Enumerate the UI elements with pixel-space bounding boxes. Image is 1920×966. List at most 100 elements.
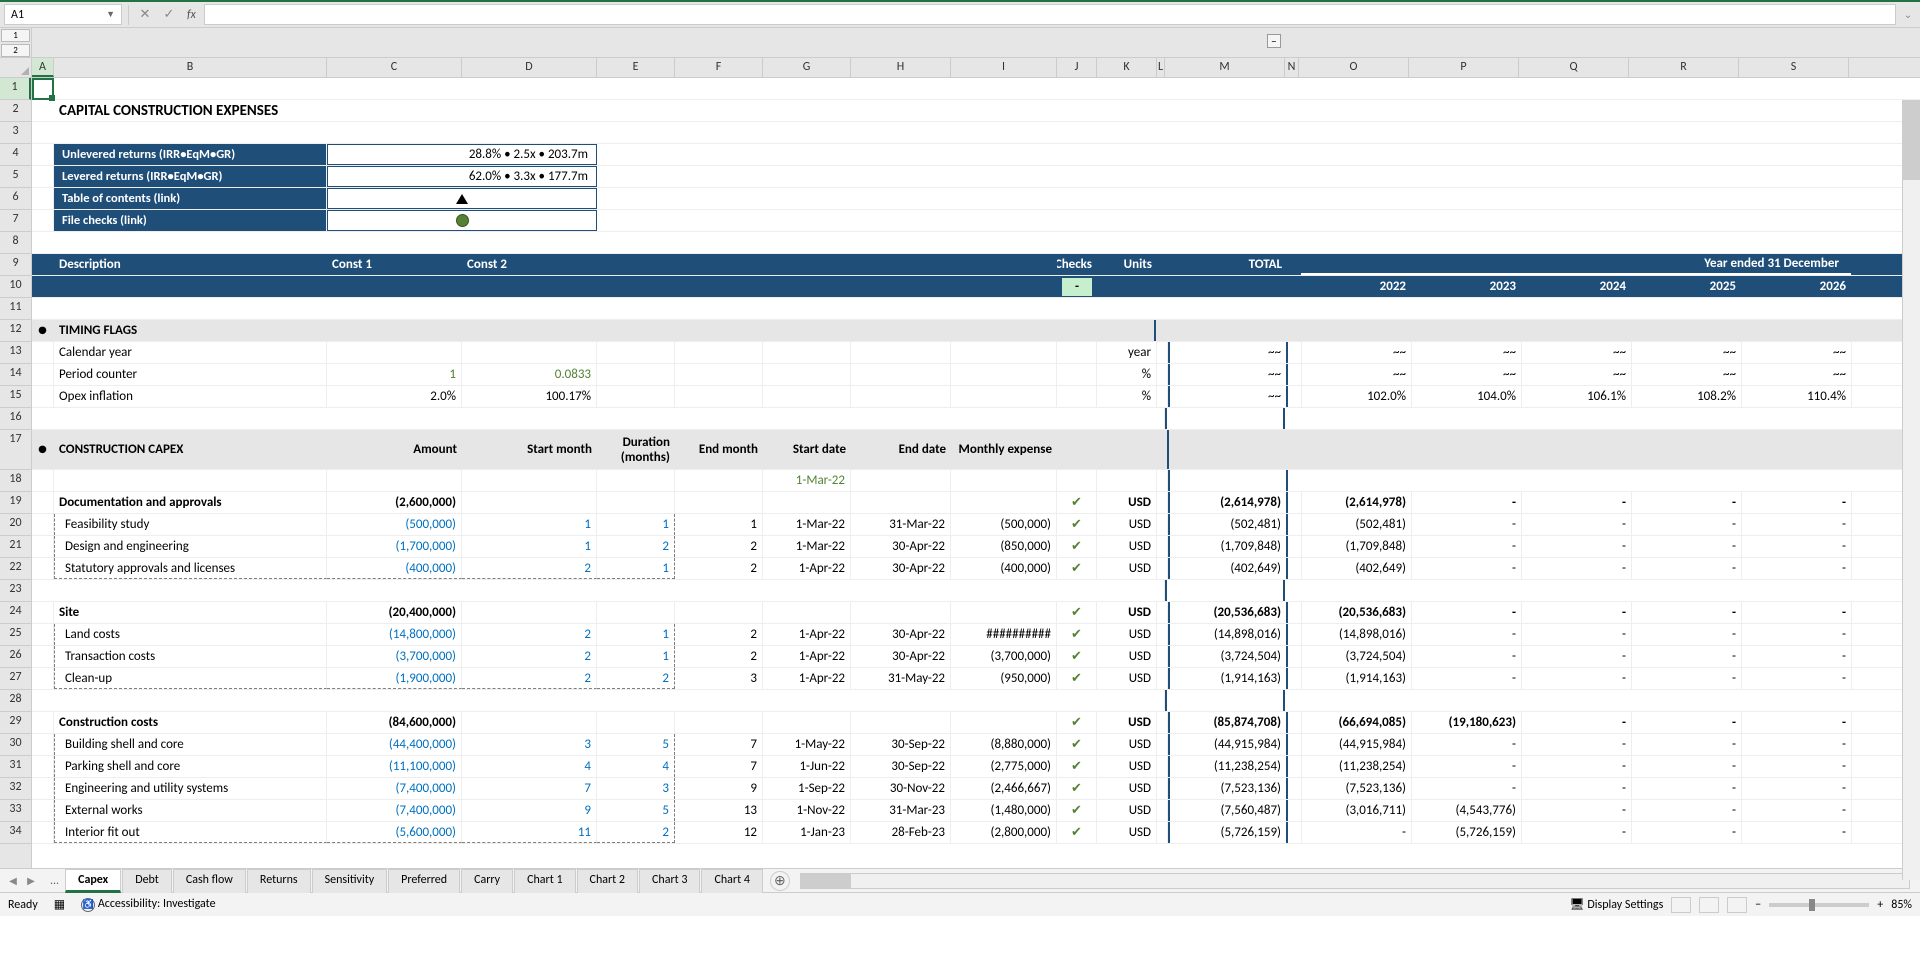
row-header[interactable]: 20 xyxy=(0,514,31,536)
row-header[interactable]: 21 xyxy=(0,536,31,558)
normal-view-button[interactable] xyxy=(1671,897,1691,913)
row-header[interactable]: 4 xyxy=(0,144,31,166)
group-header-row[interactable]: Site (20,400,000) ✔ USD (20,536,683) (20… xyxy=(32,602,1920,624)
page-layout-view-button[interactable] xyxy=(1699,897,1719,913)
row-header[interactable]: 17 xyxy=(0,430,31,470)
line-item-row[interactable]: Statutory approvals and licenses (400,00… xyxy=(32,558,1920,580)
column-header-k[interactable]: K xyxy=(1097,58,1157,77)
tab-nav-prev-icon[interactable]: ◀ xyxy=(6,874,20,888)
page-break-view-button[interactable] xyxy=(1727,897,1747,913)
toc-link-icon[interactable] xyxy=(327,188,597,209)
select-all-button[interactable] xyxy=(0,58,32,77)
column-header-a[interactable]: A xyxy=(32,58,54,77)
toc-link-label[interactable]: Table of contents (link) xyxy=(54,188,327,209)
row-header[interactable]: 19 xyxy=(0,492,31,514)
column-header-i[interactable]: I xyxy=(951,58,1057,77)
sheet-tab-capex[interactable]: Capex xyxy=(65,869,121,893)
sheet-tab-chart-4[interactable]: Chart 4 xyxy=(701,869,762,893)
file-checks-link-icon[interactable] xyxy=(327,210,597,231)
row-header[interactable]: 14 xyxy=(0,364,31,386)
add-sheet-button[interactable]: ⊕ xyxy=(770,871,790,891)
column-header-c[interactable]: C xyxy=(327,58,462,77)
column-header-e[interactable]: E xyxy=(597,58,675,77)
name-box[interactable]: A1 ▼ xyxy=(4,4,122,25)
column-header-p[interactable]: P xyxy=(1409,58,1519,77)
accessibility-status[interactable]: Accessibility: Investigate xyxy=(98,897,216,911)
row-header[interactable]: 33 xyxy=(0,800,31,822)
row-header[interactable]: 6 xyxy=(0,188,31,210)
row-header[interactable]: 25 xyxy=(0,624,31,646)
row-header[interactable]: 22 xyxy=(0,558,31,580)
column-header-o[interactable]: O xyxy=(1299,58,1409,77)
horizontal-scrollbar[interactable] xyxy=(800,873,1910,889)
cell-area[interactable]: CAPITAL CONSTRUCTION EXPENSES Unlevered … xyxy=(32,78,1920,868)
table-row[interactable]: Period counter 1 0.0833 % ~~ ~~ ~~ ~~ ~~… xyxy=(32,364,1920,386)
zoom-in-button[interactable]: + xyxy=(1877,898,1883,912)
row-header[interactable]: 8 xyxy=(0,232,31,254)
group-header-row[interactable]: Construction costs (84,600,000) ✔ USD (8… xyxy=(32,712,1920,734)
sheet-tab-sensitivity[interactable]: Sensitivity xyxy=(312,869,388,893)
row-header[interactable]: 9 xyxy=(0,254,31,276)
row-header[interactable]: 15 xyxy=(0,386,31,408)
column-header-s[interactable]: S xyxy=(1739,58,1849,77)
zoom-percent[interactable]: 85% xyxy=(1891,898,1912,912)
column-header-r[interactable]: R xyxy=(1629,58,1739,77)
row-header[interactable]: 27 xyxy=(0,668,31,690)
row-header-1[interactable]: 1 xyxy=(0,78,31,100)
column-header-q[interactable]: Q xyxy=(1519,58,1629,77)
row-header[interactable]: 24 xyxy=(0,602,31,624)
line-item-row[interactable]: Design and engineering (1,700,000) 1 2 2… xyxy=(32,536,1920,558)
sheet-tab-debt[interactable]: Debt xyxy=(122,869,172,893)
row-header[interactable]: 7 xyxy=(0,210,31,232)
tab-ellipsis[interactable]: ... xyxy=(44,874,65,888)
table-row[interactable]: Calendar year year ~~ ~~ ~~ ~~ ~~ ~~ xyxy=(32,342,1920,364)
outline-level-1-button[interactable]: 1 xyxy=(1,29,30,42)
row-header[interactable]: 2 xyxy=(0,100,31,122)
column-header-m[interactable]: M xyxy=(1165,58,1285,77)
row-header[interactable]: 16 xyxy=(0,408,31,430)
row-header[interactable]: 28 xyxy=(0,690,31,712)
name-box-dropdown-icon[interactable]: ▼ xyxy=(106,9,115,20)
sheet-tab-carry[interactable]: Carry xyxy=(461,869,513,893)
row-header[interactable]: 13 xyxy=(0,342,31,364)
expand-formula-bar-icon[interactable]: ⌄ xyxy=(1900,8,1916,21)
row-header[interactable]: 30 xyxy=(0,734,31,756)
row-header[interactable]: 10 xyxy=(0,276,31,298)
accessibility-icon[interactable]: ♿ xyxy=(81,898,95,912)
row-header[interactable]: 31 xyxy=(0,756,31,778)
row-header[interactable]: 11 xyxy=(0,298,31,320)
line-item-row[interactable]: Clean-up (1,900,000) 2 2 3 1-Apr-22 31-M… xyxy=(32,668,1920,690)
line-item-row[interactable]: Building shell and core (44,400,000) 3 5… xyxy=(32,734,1920,756)
file-checks-link-label[interactable]: File checks (link) xyxy=(54,210,327,231)
row-header[interactable]: 12 xyxy=(0,320,31,342)
row-header[interactable]: 18 xyxy=(0,470,31,492)
row-header[interactable]: 32 xyxy=(0,778,31,800)
spreadsheet-grid[interactable]: 1 2 3 4 5 6 7 8 9 10 11 12 13 14 15 16 1… xyxy=(0,78,1920,868)
row-header[interactable]: 23 xyxy=(0,580,31,602)
row-header[interactable]: 29 xyxy=(0,712,31,734)
line-item-row[interactable]: Interior fit out (5,600,000) 11 2 12 1-J… xyxy=(32,822,1920,844)
sheet-tab-cash-flow[interactable]: Cash flow xyxy=(173,869,246,893)
column-header-f[interactable]: F xyxy=(675,58,763,77)
sheet-tab-chart-2[interactable]: Chart 2 xyxy=(577,869,638,893)
column-header-g[interactable]: G xyxy=(763,58,851,77)
outline-collapse-button[interactable]: − xyxy=(1267,34,1281,48)
sheet-tab-returns[interactable]: Returns xyxy=(247,869,311,893)
column-header-d[interactable]: D xyxy=(462,58,597,77)
line-item-row[interactable]: Parking shell and core (11,100,000) 4 4 … xyxy=(32,756,1920,778)
fx-icon[interactable]: fx xyxy=(187,8,196,22)
row-header[interactable]: 5 xyxy=(0,166,31,188)
macro-record-icon[interactable]: ▦ xyxy=(54,897,65,912)
line-item-row[interactable]: Land costs (14,800,000) 2 1 2 1-Apr-22 3… xyxy=(32,624,1920,646)
row-header[interactable]: 34 xyxy=(0,822,31,844)
sheet-tab-preferred[interactable]: Preferred xyxy=(388,869,460,893)
sheet-tab-chart-1[interactable]: Chart 1 xyxy=(514,869,575,893)
row-header[interactable]: 26 xyxy=(0,646,31,668)
sheet-tab-chart-3[interactable]: Chart 3 xyxy=(639,869,700,893)
zoom-slider[interactable] xyxy=(1769,903,1869,907)
group-header-row[interactable]: Documentation and approvals (2,600,000) … xyxy=(32,492,1920,514)
line-item-row[interactable]: Transaction costs (3,700,000) 2 1 2 1-Ap… xyxy=(32,646,1920,668)
vertical-scrollbar[interactable] xyxy=(1902,100,1920,880)
column-header-b[interactable]: B xyxy=(54,58,327,77)
table-row[interactable]: Opex inflation 2.0% 100.17% % ~~ 102.0% … xyxy=(32,386,1920,408)
